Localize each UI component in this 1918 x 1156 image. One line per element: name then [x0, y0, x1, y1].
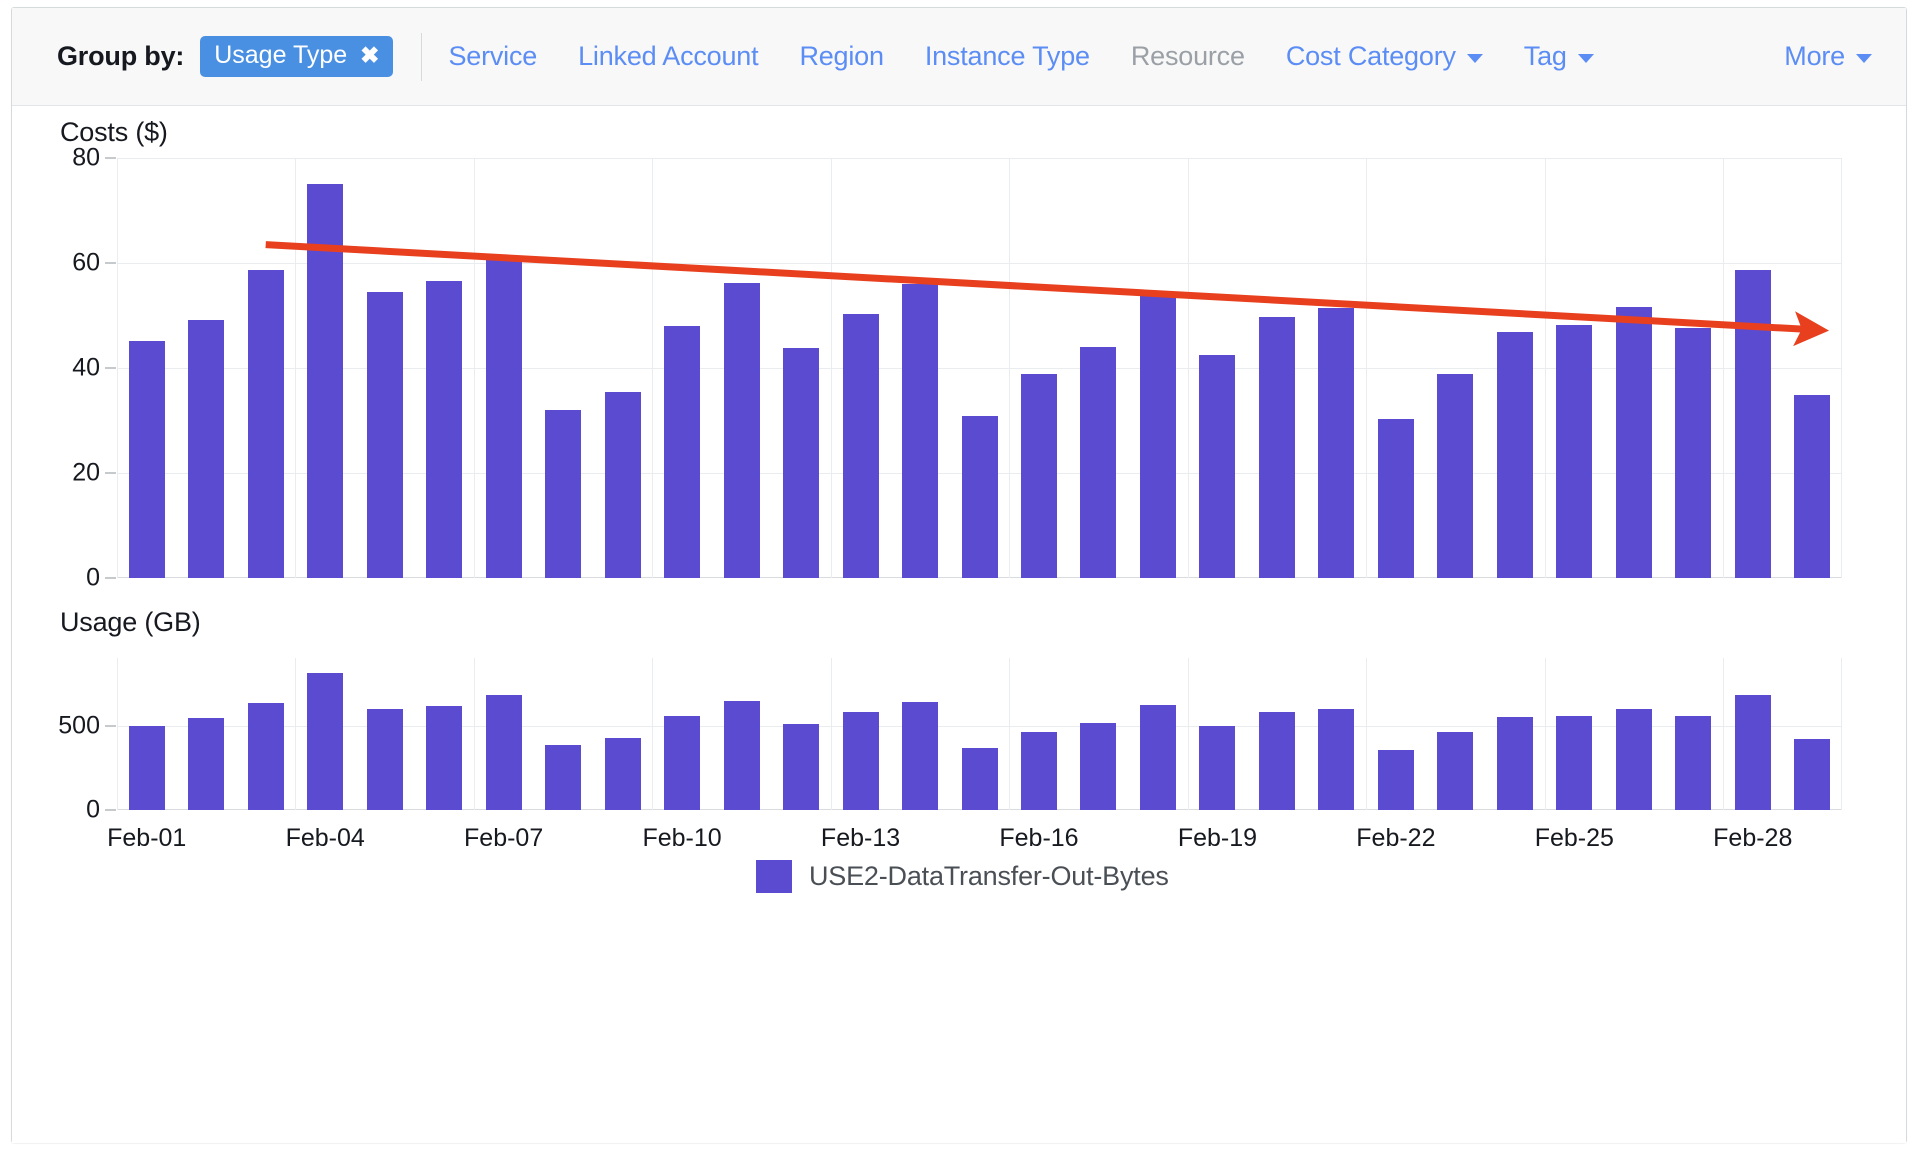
y-axis-tick-label: 80 [72, 143, 100, 172]
bar[interactable] [545, 745, 581, 810]
chevron-down-icon [1466, 54, 1483, 63]
bar[interactable] [1616, 708, 1652, 810]
gridline-vertical [295, 658, 296, 810]
bar[interactable] [1497, 717, 1533, 810]
x-axis-tick-label: Feb-04 [285, 824, 365, 852]
bar[interactable] [1675, 715, 1711, 810]
bar[interactable] [962, 748, 998, 810]
bar[interactable] [486, 694, 522, 810]
chart-legend[interactable]: USE2-DataTransfer-Out-Bytes [756, 860, 1169, 893]
bar[interactable] [1199, 725, 1235, 810]
y-axis-tick-mark [105, 157, 116, 159]
bar[interactable] [248, 702, 284, 810]
y-axis-tick-mark [105, 472, 116, 474]
y-axis-tick-label: 20 [72, 458, 100, 487]
y-axis-tick-mark [105, 577, 116, 579]
bar[interactable] [1080, 723, 1116, 810]
usage-chart-title: Usage (GB) [60, 607, 201, 637]
gridline-vertical [117, 658, 118, 810]
x-axis-tick-label: Feb-19 [1177, 824, 1258, 852]
bar[interactable] [902, 701, 938, 810]
close-icon[interactable]: ✖ [360, 44, 379, 67]
group-by-label: Group by: [57, 41, 185, 71]
bar[interactable] [1735, 695, 1771, 810]
group-by-toolbar: Group by: Usage Type ✖ Service Linked Ac… [12, 8, 1906, 106]
group-by-link-resource: Resource [1131, 41, 1245, 72]
bar[interactable] [1794, 738, 1830, 810]
bar[interactable] [129, 725, 165, 810]
bar[interactable] [664, 716, 700, 810]
y-axis-tick-mark [105, 725, 116, 727]
bar[interactable] [307, 673, 343, 810]
link-label: Service [448, 41, 538, 71]
costs-bar-chart[interactable] [117, 158, 1842, 578]
link-label: Cost Category [1285, 41, 1456, 71]
link-label: Resource [1130, 41, 1245, 71]
link-label: Region [799, 41, 884, 71]
bar[interactable] [605, 738, 641, 810]
group-by-link-region[interactable]: Region [799, 41, 884, 72]
toolbar-divider [421, 32, 423, 81]
group-by-link-tag[interactable]: Tag [1524, 41, 1594, 72]
link-label: Linked Account [578, 41, 759, 71]
y-axis-tick-label: 0 [86, 563, 100, 592]
x-axis-tick-label: Feb-07 [464, 824, 544, 852]
bar[interactable] [1556, 715, 1592, 810]
y-axis-tick-mark [105, 809, 116, 811]
gridline-vertical [1009, 658, 1010, 810]
x-axis-tick-label: Feb-28 [1713, 824, 1793, 852]
charts-area: Costs ($) 0 20 40 60 80 Usage (GB) 0 500 Feb-… [12, 107, 1906, 1143]
bar[interactable] [783, 723, 819, 810]
gridline-vertical [1723, 658, 1724, 810]
group-by-link-linked-account[interactable]: Linked Account [578, 41, 759, 72]
group-by-link-service[interactable]: Service [448, 41, 537, 72]
link-label: Instance Type [924, 41, 1090, 71]
legend-label: USE2-DataTransfer-Out-Bytes [809, 861, 1169, 891]
y-axis-tick-label: 0 [86, 795, 100, 824]
y-axis-tick-mark [105, 367, 116, 369]
x-axis-tick-label: Feb-01 [107, 824, 187, 852]
bar[interactable] [1259, 712, 1295, 810]
bar[interactable] [724, 701, 760, 810]
bar[interactable] [1021, 732, 1057, 810]
x-axis-tick-label: Feb-22 [1356, 824, 1436, 852]
group-by-link-more[interactable]: More [1784, 41, 1872, 72]
link-label: More [1784, 41, 1845, 71]
x-axis-tick-label: Feb-16 [999, 824, 1079, 852]
group-by-link-cost-category[interactable]: Cost Category [1286, 41, 1483, 72]
x-axis-tick-label: Feb-25 [1534, 824, 1614, 852]
chip-label: Usage Type [214, 41, 348, 69]
link-label: Tag [1523, 41, 1567, 71]
legend-swatch [756, 860, 792, 893]
chevron-down-icon [1856, 54, 1872, 63]
gridline-vertical [1841, 658, 1842, 810]
bar[interactable] [1437, 732, 1473, 810]
group-by-chip-usage-type[interactable]: Usage Type ✖ [200, 36, 394, 77]
chart-card: Group by: Usage Type ✖ Service Linked Ac… [11, 7, 1907, 1143]
y-axis-tick-label: 500 [58, 711, 100, 740]
x-axis-tick-label: Feb-13 [820, 824, 901, 852]
gridline-vertical [831, 658, 832, 810]
bar[interactable] [426, 706, 462, 810]
group-by-link-instance-type[interactable]: Instance Type [925, 41, 1090, 72]
gridline-vertical [1545, 658, 1546, 810]
cost-explorer-screenshot: Group by: Usage Type ✖ Service Linked Ac… [0, 0, 1918, 1156]
gridline-vertical [1188, 658, 1189, 810]
gridline-vertical [652, 658, 653, 810]
bar[interactable] [188, 718, 224, 810]
gridline-vertical [1366, 658, 1367, 810]
y-axis-tick-label: 60 [72, 248, 100, 277]
gridline-vertical [474, 658, 475, 810]
bar[interactable] [1318, 709, 1354, 810]
bar[interactable] [1140, 705, 1176, 810]
cost-trend-arrow [265, 241, 1830, 347]
y-axis-tick-label: 40 [72, 353, 100, 382]
y-axis-tick-mark [105, 262, 116, 264]
bar[interactable] [843, 712, 879, 810]
bar[interactable] [367, 709, 403, 810]
usage-bar-chart[interactable] [117, 658, 1842, 810]
bar[interactable] [1378, 749, 1414, 810]
chevron-down-icon [1577, 54, 1594, 63]
x-axis-tick-label: Feb-10 [642, 824, 722, 852]
